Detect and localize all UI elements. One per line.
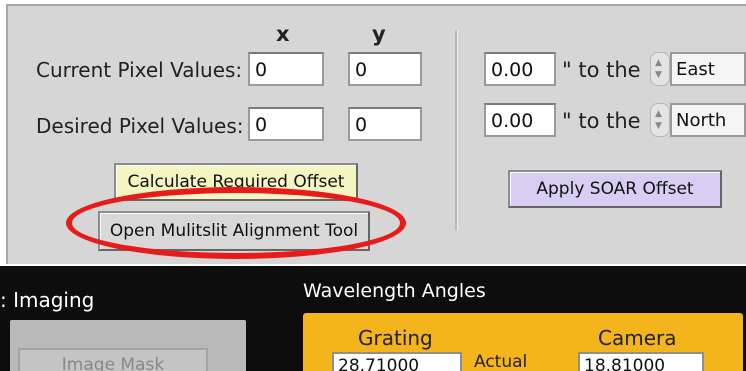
east-to-the-label: " to the: [562, 58, 641, 82]
desired-pixel-label: Desired Pixel Values:: [36, 114, 244, 138]
spinner-up-icon: ▲: [655, 109, 662, 119]
camera-angle-input[interactable]: 18.81000: [578, 352, 704, 371]
column-x-label: x: [276, 22, 290, 46]
current-x-input[interactable]: 0: [248, 52, 324, 86]
north-offset-input[interactable]: 0.00: [484, 103, 556, 137]
image-mask-button[interactable]: Image Mask: [18, 348, 208, 371]
actual-label: Actual: [474, 352, 528, 371]
grating-label: Grating: [358, 326, 433, 350]
north-to-the-label: " to the: [562, 109, 641, 133]
highlight-ellipse: [66, 187, 406, 259]
screenshot: x y Current Pixel Values: 0 0 Desired Pi…: [0, 0, 746, 371]
desired-x-input[interactable]: 0: [248, 107, 324, 141]
east-direction-select[interactable]: East: [670, 52, 746, 86]
current-pixel-label: Current Pixel Values:: [36, 58, 243, 82]
apply-soar-offset-button[interactable]: Apply SOAR Offset: [508, 170, 722, 208]
spinner-down-icon: ▼: [655, 121, 662, 131]
north-direction-spinner[interactable]: ▲ ▼: [650, 103, 670, 137]
east-offset-input[interactable]: 0.00: [484, 52, 556, 86]
grating-angle-input[interactable]: 28.71000: [332, 352, 462, 371]
north-direction-select[interactable]: North: [670, 103, 746, 137]
panel-divider: [455, 30, 458, 230]
imaging-section-label: : Imaging: [0, 288, 95, 312]
camera-label: Camera: [598, 326, 677, 350]
column-y-label: y: [372, 22, 386, 46]
wavelength-angles-title: Wavelength Angles: [303, 280, 486, 302]
spinner-up-icon: ▲: [655, 58, 662, 68]
desired-y-input[interactable]: 0: [348, 107, 422, 141]
spinner-down-icon: ▼: [655, 70, 662, 80]
east-direction-spinner[interactable]: ▲ ▼: [650, 52, 670, 86]
current-y-input[interactable]: 0: [348, 52, 422, 86]
